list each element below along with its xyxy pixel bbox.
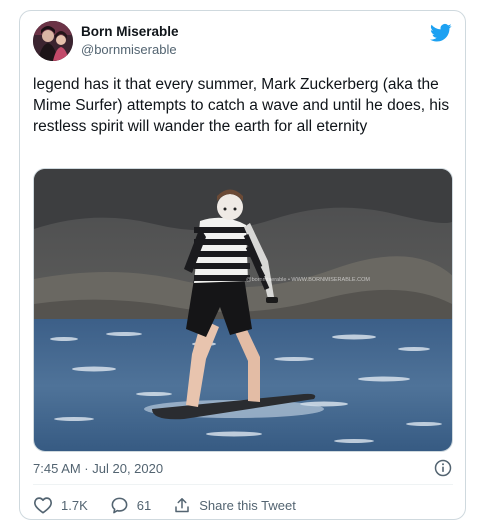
- share-button[interactable]: Share this Tweet: [173, 496, 296, 515]
- author-display-name[interactable]: Born Miserable: [81, 24, 179, 39]
- heart-icon: [33, 497, 52, 514]
- tweet-card[interactable]: Born Miserable @bornmiserable legend has…: [19, 10, 466, 520]
- divider: [33, 484, 453, 485]
- author-handle[interactable]: @bornmiserable: [81, 42, 177, 57]
- tweet-photo[interactable]: @bornmiserable • WWW.BORNMISERABLE.COM: [33, 168, 453, 452]
- tweet-actions: 1.7K 61 Share this Tweet: [33, 495, 318, 515]
- reply-count: 61: [136, 497, 152, 513]
- avatar[interactable]: [33, 21, 73, 61]
- twitter-bird-icon[interactable]: [430, 23, 452, 43]
- photo-watermark: @bornmiserable • WWW.BORNMISERABLE.COM: [246, 277, 370, 283]
- share-label: Share this Tweet: [199, 497, 296, 513]
- tweet-text: legend has it that every summer, Mark Zu…: [33, 76, 450, 135]
- info-icon[interactable]: [434, 459, 452, 477]
- tweet-timestamp[interactable]: 7:45 AM · Jul 20, 2020: [33, 461, 163, 476]
- reply-button[interactable]: 61: [110, 496, 151, 515]
- like-button[interactable]: 1.7K: [33, 496, 88, 514]
- share-icon: [175, 497, 189, 512]
- avatar-image: [33, 21, 73, 61]
- like-count: 1.7K: [61, 497, 88, 513]
- comment-icon: [111, 497, 128, 513]
